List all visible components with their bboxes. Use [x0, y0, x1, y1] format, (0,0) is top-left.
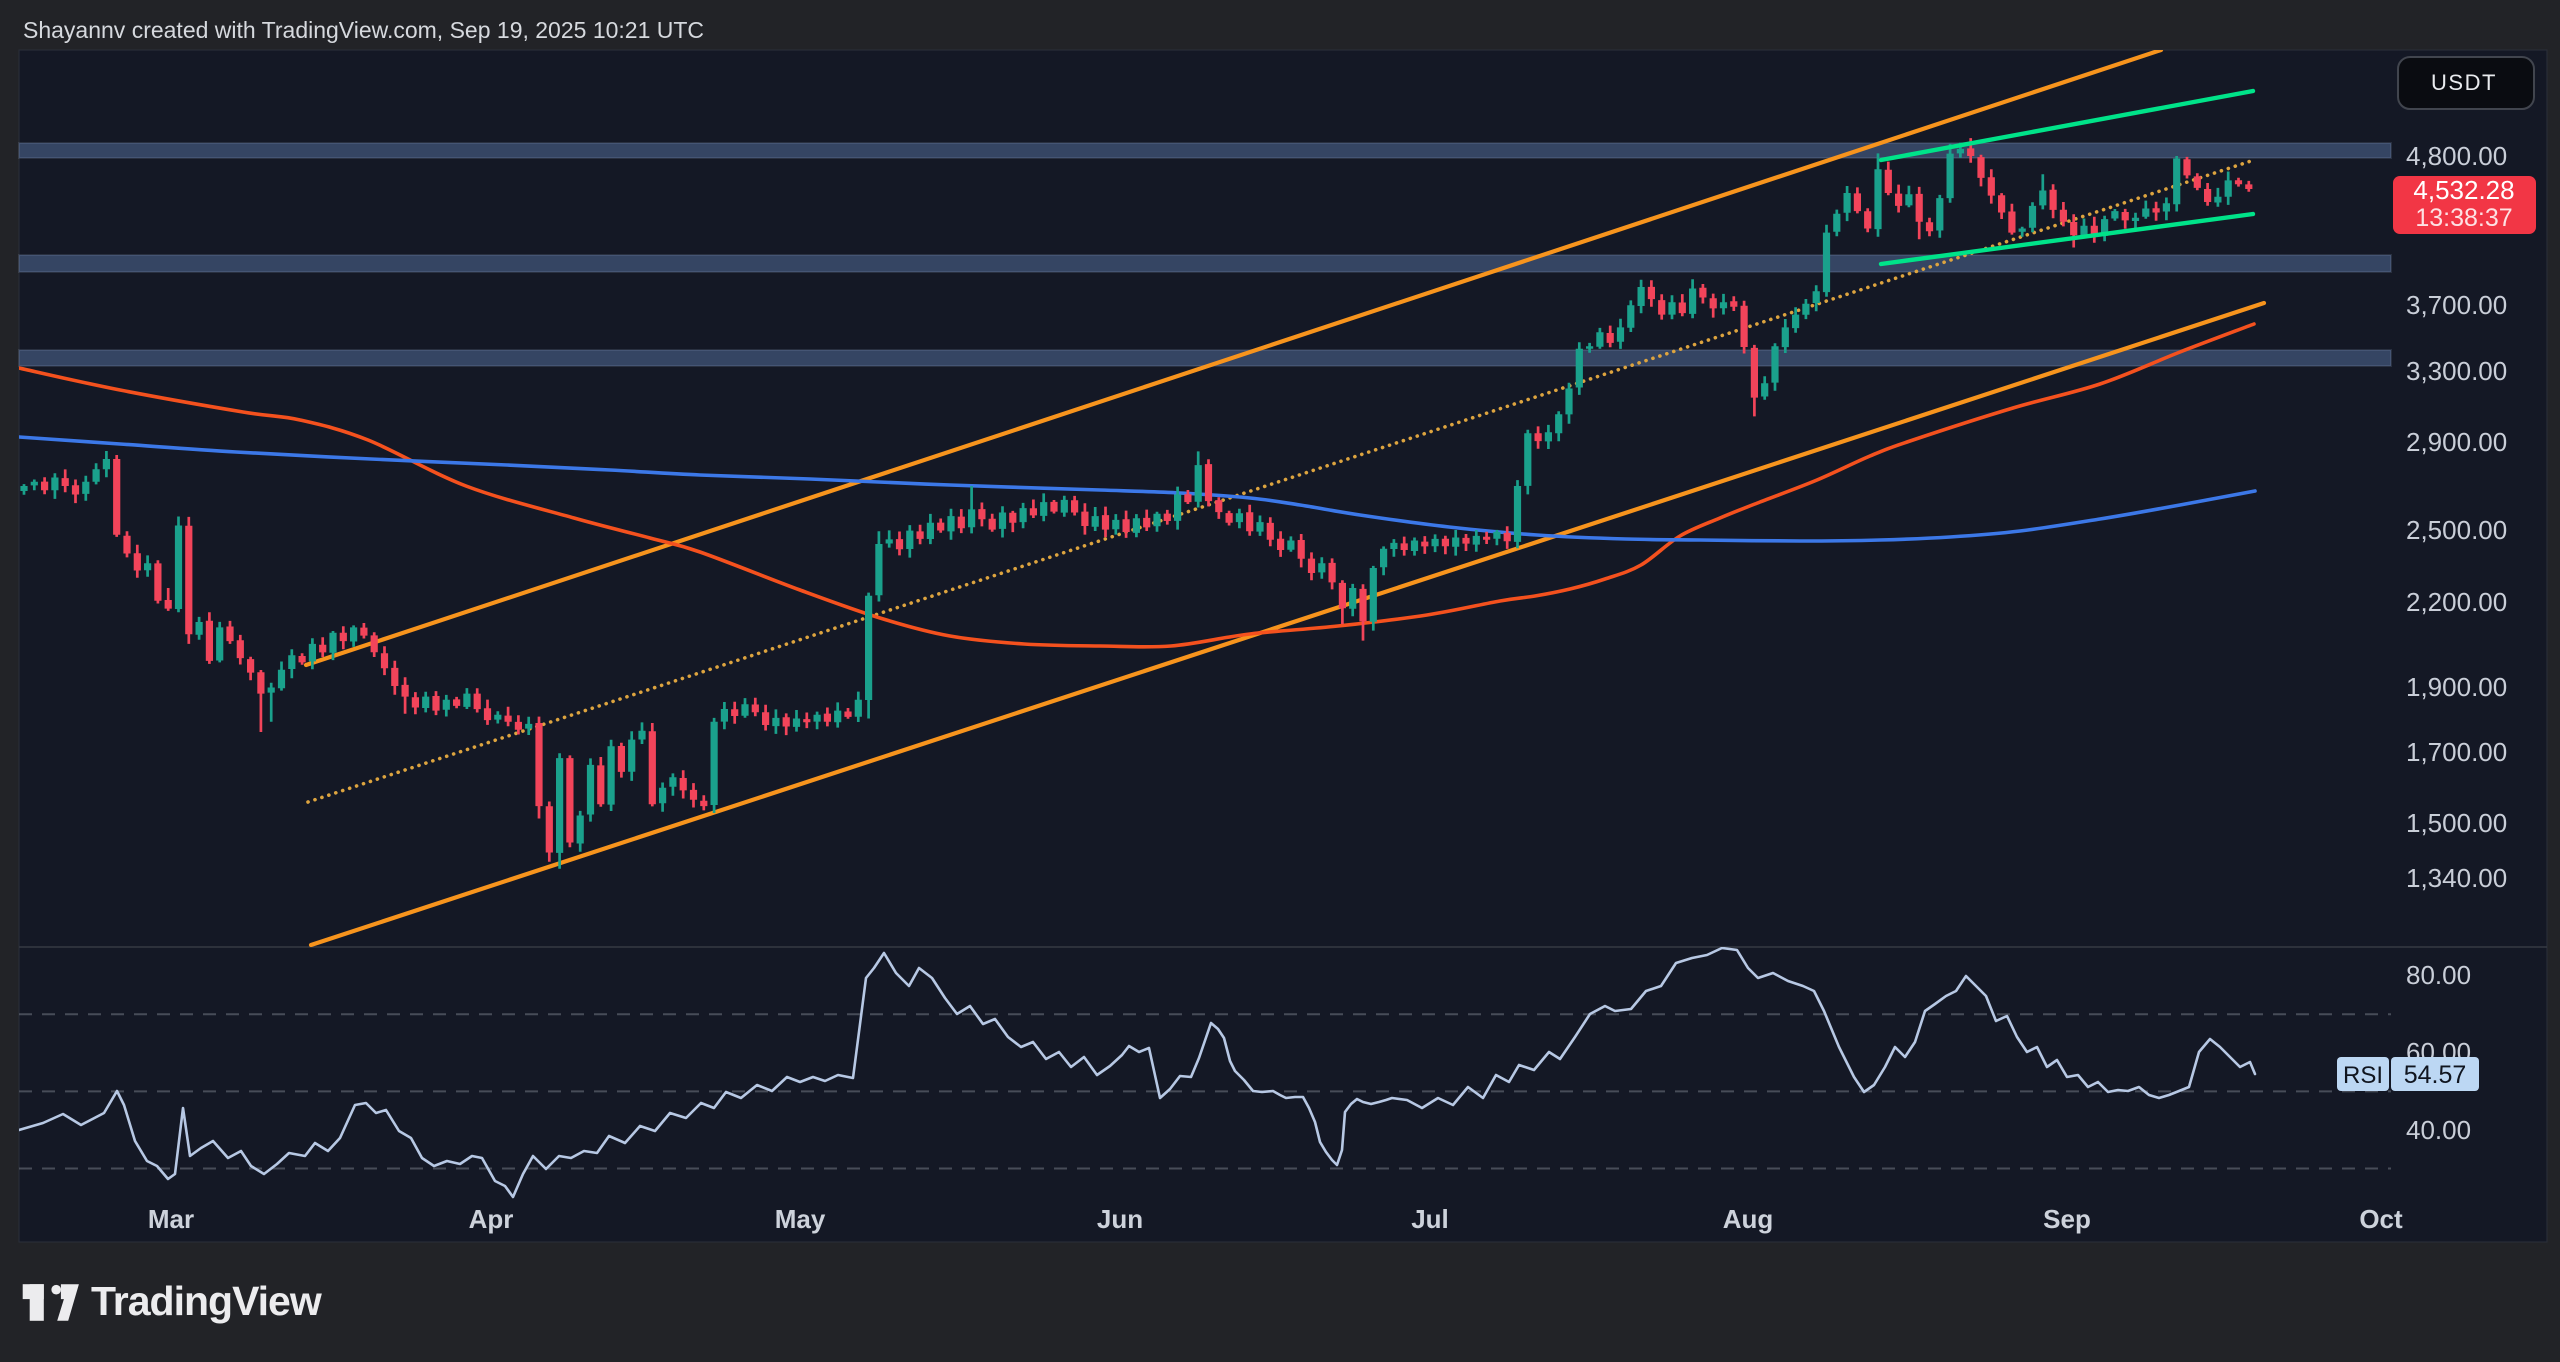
- svg-text:13:38:37: 13:38:37: [2415, 204, 2512, 232]
- svg-text:Jun: Jun: [1097, 1204, 1143, 1234]
- svg-text:54.57: 54.57: [2404, 1061, 2467, 1089]
- svg-text:Jul: Jul: [1411, 1204, 1449, 1234]
- svg-text:3,700.00: 3,700.00: [2406, 290, 2507, 320]
- svg-text:Aug: Aug: [1723, 1204, 1774, 1234]
- svg-text:Shayannv created with TradingV: Shayannv created with TradingView.com, S…: [23, 17, 704, 43]
- svg-text:1,700.00: 1,700.00: [2406, 737, 2507, 767]
- svg-text:Oct: Oct: [2359, 1204, 2403, 1234]
- svg-text:Sep: Sep: [2043, 1204, 2091, 1234]
- svg-text:4,532.28: 4,532.28: [2413, 175, 2514, 205]
- svg-text:3,300.00: 3,300.00: [2406, 356, 2507, 386]
- svg-text:Apr: Apr: [469, 1204, 514, 1234]
- svg-text:2,200.00: 2,200.00: [2406, 587, 2507, 617]
- svg-text:1,900.00: 1,900.00: [2406, 672, 2507, 702]
- svg-text:May: May: [775, 1204, 826, 1234]
- svg-text:1,500.00: 1,500.00: [2406, 808, 2507, 838]
- svg-text:USDT: USDT: [2431, 70, 2497, 95]
- svg-text:4,800.00: 4,800.00: [2406, 141, 2507, 171]
- svg-text:Mar: Mar: [148, 1204, 194, 1234]
- svg-text:80.00: 80.00: [2406, 960, 2471, 990]
- svg-text:RSI: RSI: [2343, 1062, 2383, 1089]
- svg-text:1,340.00: 1,340.00: [2406, 863, 2507, 893]
- svg-text:2,500.00: 2,500.00: [2406, 515, 2507, 545]
- svg-text:2,900.00: 2,900.00: [2406, 427, 2507, 457]
- svg-text:TradingView: TradingView: [91, 1278, 322, 1324]
- svg-text:40.00: 40.00: [2406, 1115, 2471, 1145]
